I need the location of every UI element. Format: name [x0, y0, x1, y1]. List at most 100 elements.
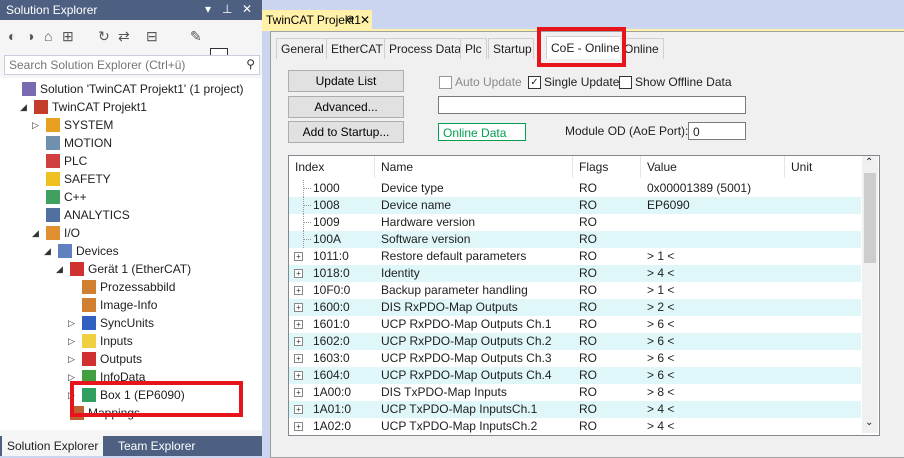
- table-row[interactable]: +1602:0 UCP RxPDO-Map Outputs Ch.2 RO > 6 <: [289, 333, 861, 350]
- table-row[interactable]: +1A02:0 UCP TxPDO-Map InputsCh.2 RO > 4 <: [289, 418, 861, 435]
- tree-item[interactable]: SAFETY: [0, 170, 262, 188]
- table-row[interactable]: +1604:0 UCP RxPDO-Map Outputs Ch.4 RO > 6 <: [289, 367, 861, 384]
- dropdown-icon[interactable]: ▾: [205, 2, 211, 16]
- tab-ethercat[interactable]: EtherCAT: [326, 38, 388, 59]
- tree-item[interactable]: ▷ Inputs: [0, 332, 262, 350]
- cell-flags: RO: [579, 215, 597, 229]
- switch-views-icon[interactable]: ⊞: [62, 28, 74, 45]
- scrollbar-thumb[interactable]: [864, 173, 876, 263]
- table-row[interactable]: +1601:0 UCP RxPDO-Map Outputs Ch.1 RO > 6 <: [289, 316, 861, 333]
- table-row[interactable]: 1009 Hardware version RO: [289, 214, 861, 231]
- update-list-button[interactable]: Update List: [288, 70, 404, 92]
- coe-object-list: Index Name Flags Value Unit 1000 Device t…: [288, 155, 880, 436]
- column-header-index[interactable]: Index: [289, 156, 375, 178]
- back-icon[interactable]: ◐: [8, 28, 16, 44]
- expand-node-icon[interactable]: +: [294, 388, 303, 397]
- advanced-field[interactable]: [438, 96, 746, 114]
- forward-icon[interactable]: ◑: [26, 28, 34, 44]
- tab-online[interactable]: Online: [620, 38, 664, 59]
- search-icon[interactable]: ⚲: [246, 57, 255, 71]
- pin-tab-icon[interactable]: ⊕: [346, 14, 354, 25]
- advanced-button[interactable]: Advanced...: [288, 96, 404, 118]
- tree-item-label: Prozessabbild: [100, 280, 176, 294]
- tree-item[interactable]: Prozessabbild: [0, 278, 262, 296]
- history-icon[interactable]: ↻: [98, 28, 110, 45]
- search-input[interactable]: [5, 56, 233, 74]
- expand-arrow-icon[interactable]: ▷: [68, 332, 78, 350]
- explorer-bottom-tabs: Solution Explorer Team Explorer: [0, 436, 262, 456]
- tree-item[interactable]: ▷ SyncUnits: [0, 314, 262, 332]
- column-header-name[interactable]: Name: [375, 156, 573, 178]
- single-update-label: Single Update: [544, 75, 620, 89]
- outputs-folder-icon: [82, 352, 96, 366]
- tab-plc[interactable]: Plc: [460, 38, 487, 59]
- tree-item[interactable]: ▷ SYSTEM: [0, 116, 262, 134]
- expand-node-icon[interactable]: +: [294, 337, 303, 346]
- pin-icon[interactable]: ⊥: [222, 2, 232, 16]
- single-update-checkbox[interactable]: ✓: [528, 76, 541, 89]
- home-icon[interactable]: ⌂: [44, 28, 52, 44]
- expand-node-icon[interactable]: +: [294, 371, 303, 380]
- tree-item[interactable]: PLC: [0, 152, 262, 170]
- column-header-unit[interactable]: Unit: [785, 156, 861, 178]
- collapse-arrow-icon[interactable]: ◢: [20, 98, 30, 116]
- expand-node-icon[interactable]: +: [294, 422, 303, 431]
- table-row[interactable]: +1A01:0 UCP TxPDO-Map InputsCh.1 RO > 4 <: [289, 401, 861, 418]
- tab-process-data[interactable]: Process Data: [384, 38, 467, 59]
- scroll-down-icon[interactable]: ⌄: [865, 417, 873, 428]
- table-row[interactable]: +10F0:0 Backup parameter handling RO > 1 <: [289, 282, 861, 299]
- tree-item[interactable]: ◢ Devices: [0, 242, 262, 260]
- auto-update-checkbox[interactable]: [439, 76, 452, 89]
- tree-item[interactable]: ANALYTICS: [0, 206, 262, 224]
- table-row[interactable]: +1011:0 Restore default parameters RO > 1 <: [289, 248, 861, 265]
- tree-item[interactable]: Solution 'TwinCAT Projekt1' (1 project): [0, 80, 262, 98]
- add-to-startup-button[interactable]: Add to Startup...: [288, 121, 404, 143]
- expand-arrow-icon[interactable]: ▷: [68, 314, 78, 332]
- table-row[interactable]: +1600:0 DIS RxPDO-Map Outputs RO > 2 <: [289, 299, 861, 316]
- collapse-arrow-icon[interactable]: ◢: [44, 242, 54, 260]
- solution-explorer-titlebar: Solution Explorer ▾ ⊥ ✕: [0, 0, 262, 20]
- close-icon[interactable]: ✕: [242, 2, 252, 16]
- scroll-up-icon[interactable]: ⌃: [865, 157, 873, 168]
- collapse-arrow-icon[interactable]: ◢: [56, 260, 66, 278]
- tree-item[interactable]: C++: [0, 188, 262, 206]
- tree-item[interactable]: ◢ Gerät 1 (EtherCAT): [0, 260, 262, 278]
- tab-startup[interactable]: Startup: [488, 38, 534, 59]
- table-row[interactable]: +1A00:0 DIS TxPDO-Map Inputs RO > 8 <: [289, 384, 861, 401]
- table-row[interactable]: 1008 Device name RO EP6090: [289, 197, 861, 214]
- table-row[interactable]: +1018:0 Identity RO > 4 <: [289, 265, 861, 282]
- tab-solution-explorer[interactable]: Solution Explorer: [2, 436, 104, 456]
- document-tab[interactable]: TwinCAT Projekt1 ⊕ ✕: [262, 10, 372, 30]
- tree-item[interactable]: ◢ TwinCAT Projekt1: [0, 98, 262, 116]
- close-tab-icon[interactable]: ✕: [360, 13, 370, 27]
- analytics-icon: [46, 208, 60, 222]
- tree-item[interactable]: MOTION: [0, 134, 262, 152]
- table-row[interactable]: 1000 Device type RO 0x00001389 (5001): [289, 180, 861, 197]
- collapse-arrow-icon[interactable]: ◢: [32, 224, 42, 242]
- tab-team-explorer[interactable]: Team Explorer: [113, 436, 200, 456]
- module-od-field[interactable]: 0: [688, 122, 746, 140]
- expand-node-icon[interactable]: +: [294, 354, 303, 363]
- expand-node-icon[interactable]: +: [294, 286, 303, 295]
- expand-arrow-icon[interactable]: ▷: [32, 116, 42, 134]
- tree-item[interactable]: ▷ Outputs: [0, 350, 262, 368]
- expand-node-icon[interactable]: +: [294, 269, 303, 278]
- sync-icon[interactable]: ⇄: [118, 28, 130, 45]
- expand-node-icon[interactable]: +: [294, 405, 303, 414]
- table-row[interactable]: 100A Software version RO: [289, 231, 861, 248]
- column-header-flags[interactable]: Flags: [573, 156, 641, 178]
- tree-item[interactable]: Image-Info: [0, 296, 262, 314]
- show-offline-checkbox[interactable]: [619, 76, 632, 89]
- expand-node-icon[interactable]: +: [294, 252, 303, 261]
- expand-arrow-icon[interactable]: ▷: [68, 350, 78, 368]
- tree-guide-line: [303, 188, 311, 190]
- properties-icon[interactable]: ✎: [190, 28, 202, 45]
- collapse-all-icon[interactable]: ⊟: [146, 28, 158, 45]
- search-box[interactable]: ⚲: [4, 55, 260, 75]
- tree-item[interactable]: ◢ I/O: [0, 224, 262, 242]
- column-header-value[interactable]: Value: [641, 156, 785, 178]
- table-row[interactable]: +1603:0 UCP RxPDO-Map Outputs Ch.3 RO > 6 <: [289, 350, 861, 367]
- expand-node-icon[interactable]: +: [294, 320, 303, 329]
- tab-general[interactable]: General: [276, 38, 329, 59]
- expand-node-icon[interactable]: +: [294, 303, 303, 312]
